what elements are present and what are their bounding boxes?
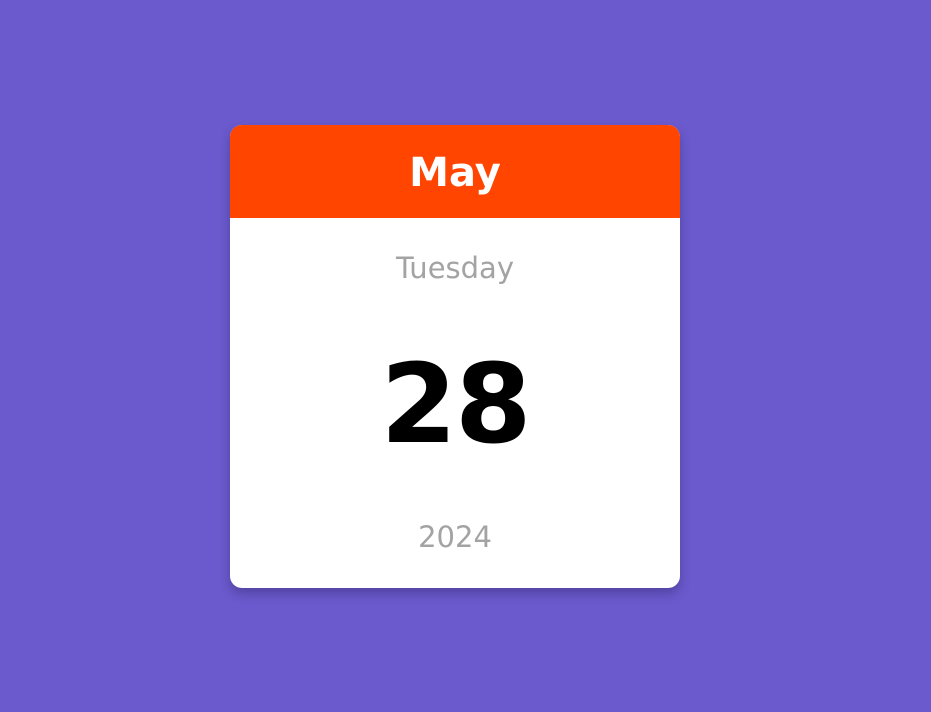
year-label: 2024 — [418, 520, 492, 554]
calendar-card: May Tuesday 28 2024 — [230, 125, 680, 588]
month-label: May — [409, 149, 501, 196]
calendar-body: Tuesday 28 2024 — [230, 218, 680, 588]
day-number: 28 — [380, 340, 531, 468]
weekday-label: Tuesday — [396, 251, 514, 285]
month-header: May — [230, 125, 680, 218]
